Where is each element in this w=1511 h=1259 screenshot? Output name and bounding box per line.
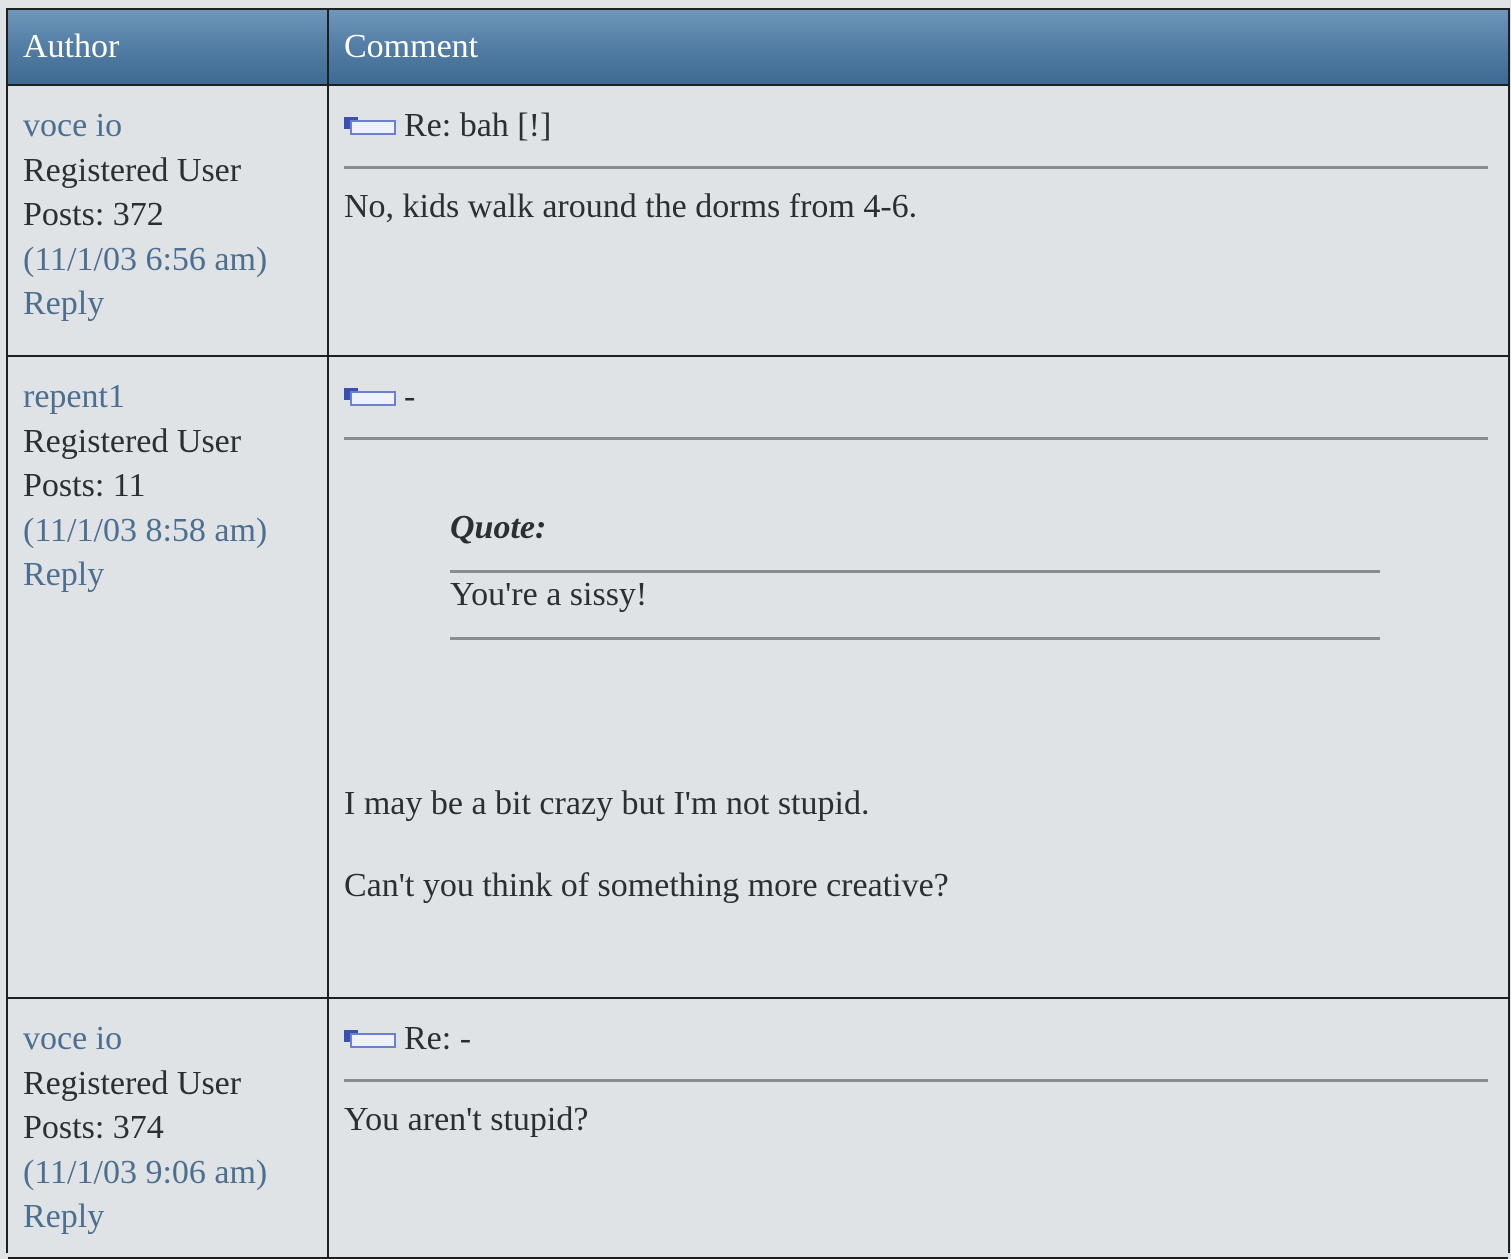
post-count: Posts: 11	[23, 467, 146, 505]
author-cell: voce io Registered User Posts: 374 (11/1…	[8, 998, 329, 1259]
author-cell: repent1 Registered User Posts: 11 (11/1/…	[8, 356, 329, 999]
post-icon	[344, 117, 396, 135]
quote-block: Quote: You're a sissy!	[450, 506, 1380, 640]
post-subject: -	[344, 375, 1488, 419]
forum-thread-table: Author Comment voce io Registered User P…	[8, 10, 1508, 1259]
post-body-line: Can't you think of something more creati…	[344, 866, 949, 904]
post-row: voce io Registered User Posts: 372 (11/1…	[8, 85, 1508, 357]
post-count: Posts: 374	[23, 1109, 164, 1147]
reply-link[interactable]: Reply	[23, 282, 327, 327]
table-header-row: Author Comment	[8, 10, 1508, 86]
author-role: Registered User	[23, 422, 242, 460]
post-row: repent1 Registered User Posts: 11 (11/1/…	[8, 356, 1508, 999]
post-timestamp-link[interactable]: (11/1/03 8:58 am)	[23, 509, 327, 554]
post-count: Posts: 372	[23, 196, 164, 234]
post-body: No, kids walk around the dorms from 4-6.	[344, 188, 918, 225]
post-subject: Re: bah [!]	[344, 104, 1488, 148]
subject-divider	[344, 437, 1488, 440]
post-subject: Re: -	[344, 1017, 1488, 1061]
post-subject-text: Re: -	[404, 1019, 472, 1057]
post-icon	[344, 388, 396, 406]
comment-column-header: Comment	[328, 10, 1508, 86]
author-role: Registered User	[23, 151, 242, 189]
post-icon	[344, 1030, 396, 1048]
reply-link[interactable]: Reply	[23, 1195, 327, 1240]
author-link[interactable]: voce io	[23, 1017, 327, 1062]
post-timestamp-link[interactable]: (11/1/03 6:56 am)	[23, 238, 327, 283]
subject-divider	[344, 1079, 1488, 1082]
comment-cell: Re: - You aren't stupid?	[328, 998, 1508, 1259]
post-row: voce io Registered User Posts: 374 (11/1…	[8, 998, 1508, 1259]
reply-link[interactable]: Reply	[23, 553, 327, 598]
post-body-line: I may be a bit crazy but I'm not stupid.	[344, 785, 870, 822]
author-role: Registered User	[23, 1064, 242, 1102]
post-body: You aren't stupid?	[344, 1101, 589, 1138]
comment-cell: - Quote: You're a sissy! I may be a bit …	[328, 356, 1508, 999]
quote-bottom-divider	[450, 637, 1380, 640]
post-subject-text: -	[404, 377, 416, 415]
subject-divider	[344, 166, 1488, 169]
comment-cell: Re: bah [!] No, kids walk around the dor…	[328, 85, 1508, 357]
author-link[interactable]: voce io	[23, 104, 327, 149]
forum-thread-frame: Author Comment voce io Registered User P…	[6, 8, 1510, 1259]
quote-text: You're a sissy!	[450, 576, 648, 613]
post-subject-text: Re: bah [!]	[404, 106, 552, 144]
author-link[interactable]: repent1	[23, 375, 327, 420]
quote-label: Quote:	[450, 509, 547, 546]
author-cell: voce io Registered User Posts: 372 (11/1…	[8, 85, 329, 357]
author-column-header: Author	[8, 10, 329, 86]
post-timestamp-link[interactable]: (11/1/03 9:06 am)	[23, 1151, 327, 1196]
